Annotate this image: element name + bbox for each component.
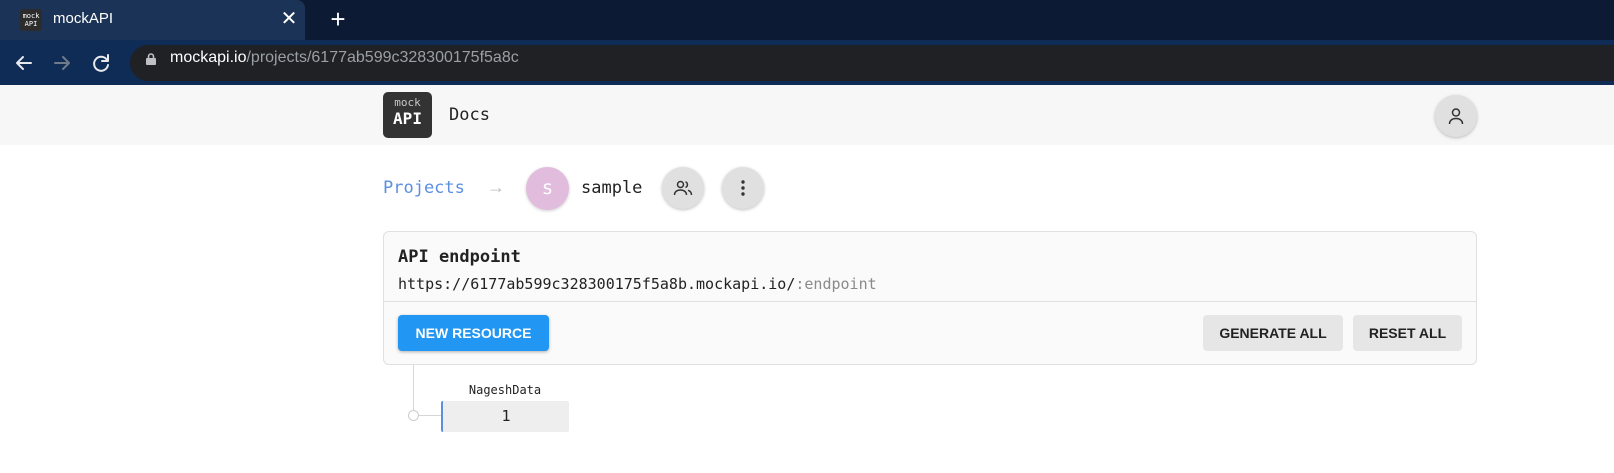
address-url[interactable]: mockapi.io/projects/6177ab599c328300175f… [170, 49, 519, 67]
more-vertical-icon [741, 180, 745, 196]
lock-icon [146, 53, 156, 65]
project-more-button[interactable] [722, 167, 764, 209]
mockapi-favicon-icon: mock API [20, 9, 42, 31]
projects-link[interactable]: Projects [383, 178, 465, 198]
new-tab-button[interactable]: + [324, 5, 352, 33]
tree-connector [413, 365, 414, 416]
mockapi-logo[interactable]: mock API [383, 92, 432, 138]
reset-all-button[interactable]: RESET ALL [1353, 315, 1462, 351]
card-title: API endpoint [398, 247, 521, 267]
tab-close-icon[interactable]: ✕ [278, 7, 300, 31]
user-icon [1448, 108, 1464, 125]
api-endpoint-card: API endpoint https://6177ab599c328300175… [383, 231, 1477, 365]
resource-count-box[interactable]: 1 [441, 401, 569, 432]
back-arrow-icon[interactable] [9, 48, 39, 78]
arrow-right-icon: → [487, 177, 505, 197]
app-header: mock API Docs [0, 85, 1614, 145]
forward-arrow-icon[interactable] [47, 48, 77, 78]
project-name: sample [581, 178, 643, 198]
card-divider [384, 301, 1476, 302]
reload-icon[interactable] [86, 48, 116, 78]
browser-tab[interactable]: mock API mockAPI ✕ [0, 0, 305, 40]
browser-toolbar: mockapi.io/projects/6177ab599c328300175f… [0, 40, 1614, 85]
generate-all-button[interactable]: GENERATE ALL [1203, 315, 1343, 351]
tab-title: mockAPI [53, 10, 114, 27]
docs-link[interactable]: Docs [449, 105, 490, 125]
tree-node-icon [408, 410, 419, 421]
resource-name[interactable]: NageshData [441, 383, 569, 397]
users-icon [673, 180, 693, 196]
tree-connector [419, 415, 442, 416]
project-avatar: s [526, 167, 569, 210]
project-members-button[interactable] [662, 167, 704, 209]
breadcrumb: Projects → s sample [383, 166, 783, 210]
api-endpoint-url: https://6177ab599c328300175f5a8b.mockapi… [398, 275, 877, 293]
browser-tab-strip: mock API mockAPI ✕ + [0, 0, 1614, 40]
account-button[interactable] [1435, 95, 1477, 137]
new-resource-button[interactable]: NEW RESOURCE [398, 315, 549, 351]
